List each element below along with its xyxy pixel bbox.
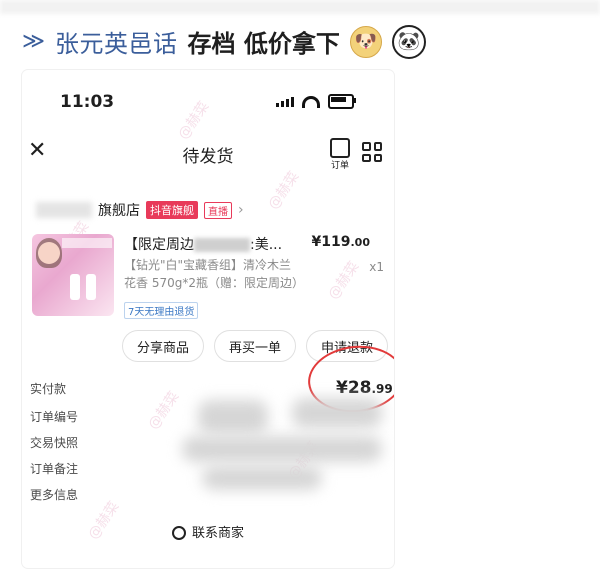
redacted-value (202, 466, 322, 490)
product-price: ¥119.00 (312, 234, 370, 250)
contact-merchant-button[interactable]: 联系商家 (22, 522, 394, 541)
product-quantity: x1 (369, 260, 384, 274)
panda-emoji-icon: 🐼 (391, 24, 426, 59)
nav-bar: ✕ 待发货 订单 (22, 136, 394, 172)
product-spec: 【钻光"白"宝藏香组】清冷木兰 花香 570g*2瓶（赠：限定周边） (124, 256, 376, 292)
contact-label: 联系商家 (191, 526, 244, 541)
return-policy-tag: 7天无理由退货 (124, 302, 199, 319)
post-header: ≫ 张元英邑话 存档 低价拿下 🐶 🐼 (0, 0, 600, 62)
chevron-double-icon: ≫ (22, 29, 46, 54)
post-title-line: ≫ 张元英邑话 存档 低价拿下 🐶 🐼 (22, 24, 426, 59)
product-title: 【限定周边 :美... (124, 234, 324, 254)
redacted-value (182, 436, 382, 462)
title-redacted (194, 238, 250, 252)
chevron-right-icon: › (238, 202, 244, 218)
order-note-label: 订单备注 (30, 462, 79, 476)
order-screenshot: @赫菜 @赫菜 @赫菜 @赫菜 @赫菜 @赫菜 @赫菜 11:03 ✕ 待发货 … (22, 70, 394, 568)
product-image[interactable] (32, 234, 114, 316)
post-hashtag[interactable]: 张元英邑话 (55, 24, 178, 59)
store-row[interactable]: 旗舰店 抖音旗舰 直播 › (36, 200, 244, 220)
product-title-start: 【限定周边 (124, 237, 194, 253)
store-name-redacted (36, 202, 92, 218)
snapshot-label[interactable]: 交易快照 (30, 434, 78, 451)
redacted-value (198, 400, 268, 434)
post-caption: 存档 低价拿下 (187, 30, 340, 58)
price-main: ¥119 (311, 234, 351, 250)
blurred-previous-line (0, 0, 600, 14)
doge-emoji-icon: 🐶 (349, 25, 382, 58)
live-badge: 直播 (204, 201, 232, 219)
order-icon-label: 订单 (330, 161, 349, 171)
brand-badge: 抖音旗舰 (146, 201, 198, 219)
status-time: 11:03 (60, 92, 115, 112)
clipboard-icon (330, 138, 350, 158)
product-card[interactable]: 【限定周边 :美... ¥119.00 【钻光"白"宝藏香组】清冷木兰 花香 57… (32, 234, 386, 324)
order-list-button[interactable]: 订单 (326, 138, 354, 171)
order-number-label: 订单编号 (30, 410, 79, 424)
watermark: @赫菜 (265, 168, 303, 213)
more-info-label[interactable]: 更多信息 (30, 486, 78, 503)
share-product-button[interactable]: 分享商品 (122, 330, 205, 362)
grid-menu-icon[interactable] (362, 142, 382, 162)
spec-line: 【钻光"白"宝藏香组】清冷木兰 (124, 258, 292, 272)
store-name: 旗舰店 (98, 203, 140, 219)
status-icons (276, 94, 356, 109)
paid-label: 实付款 (30, 382, 67, 396)
battery-level (331, 97, 346, 102)
redacted-value (292, 398, 382, 428)
wifi-icon (302, 95, 320, 108)
buy-again-button[interactable]: 再买一单 (214, 330, 297, 362)
price-cents: .00 (350, 236, 371, 249)
chat-icon (171, 526, 186, 540)
spec-line: 花香 570g*2瓶（赠：限定周边） (124, 276, 304, 290)
battery-icon (328, 94, 356, 109)
signal-icon (276, 96, 294, 107)
product-title-end: :美... (250, 237, 283, 253)
watermark: @赫菜 (145, 388, 183, 433)
